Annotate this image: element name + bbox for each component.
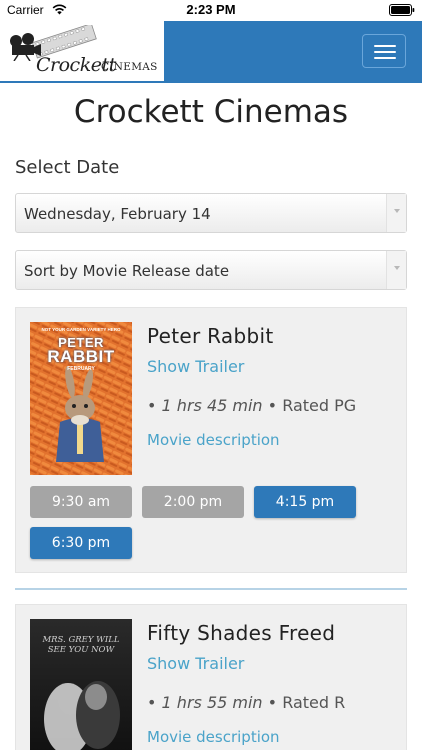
battery-icon: [389, 4, 415, 16]
clock-label: 2:23 PM: [186, 2, 236, 17]
runtime: 1 hrs 45 min: [161, 396, 263, 415]
hamburger-icon-line-3: [374, 57, 396, 59]
movie-poster[interactable]: NOT YOUR GARDEN VARIETY HERO PETER RABBI…: [30, 322, 132, 475]
hamburger-icon-line-2: [374, 51, 396, 53]
logo-cinemas-text: CINEMAS: [101, 61, 158, 73]
movie-poster[interactable]: MRS. GREY WILL SEE YOU NOW: [30, 619, 132, 750]
showtime-button[interactable]: 9:30 am: [30, 486, 132, 518]
showtime-button[interactable]: 4:15 pm: [254, 486, 356, 518]
poster-tagline: NOT YOUR GARDEN VARIETY HERO: [41, 327, 121, 332]
movie-meta: • 1 hrs 45 min • Rated PG: [147, 396, 356, 415]
brand-logo[interactable]: Crockett CINEMAS: [0, 21, 164, 83]
meta-bullet: •: [267, 396, 283, 415]
poster-tagline-line-1: MRS. GREY WILL: [42, 635, 120, 645]
date-select-value: Wednesday, February 14: [24, 205, 211, 223]
movie-card: NOT YOUR GARDEN VARIETY HERO PETER RABBI…: [15, 307, 407, 573]
movie-card: MRS. GREY WILL SEE YOU NOW Fifty Shades …: [15, 604, 407, 750]
chevron-down-icon[interactable]: [386, 194, 406, 232]
site-header: Crockett CINEMAS: [0, 21, 422, 83]
menu-button[interactable]: [362, 34, 406, 68]
chevron-down-icon[interactable]: [386, 251, 406, 289]
nav-bar: [164, 21, 422, 83]
show-trailer-link[interactable]: Show Trailer: [147, 357, 244, 376]
movie-description-link[interactable]: Movie description: [147, 728, 280, 746]
movie-title: Peter Rabbit: [147, 324, 274, 348]
runtime: 1 hrs 55 min: [161, 693, 263, 712]
status-bar: Carrier 2:23 PM: [0, 0, 422, 21]
poster-date: FEBRUARY: [67, 366, 95, 372]
meta-bullet: •: [147, 396, 162, 415]
poster-tagline-line-2: SEE YOU NOW: [47, 645, 115, 655]
movie-description-link[interactable]: Movie description: [147, 431, 280, 449]
hamburger-icon-line-1: [374, 45, 396, 47]
date-select[interactable]: Wednesday, February 14: [15, 193, 407, 233]
poster-title-line-2: RABBIT: [47, 347, 115, 366]
movie-meta: • 1 hrs 55 min • Rated R: [147, 693, 345, 712]
sort-select[interactable]: Sort by Movie Release date: [15, 250, 407, 290]
showtime-button[interactable]: 6:30 pm: [30, 527, 132, 559]
rating: Rated R: [282, 693, 346, 712]
sort-select-value: Sort by Movie Release date: [24, 262, 230, 280]
show-trailer-link[interactable]: Show Trailer: [147, 654, 244, 673]
meta-bullet: •: [267, 693, 283, 712]
select-date-label: Select Date: [15, 157, 120, 178]
divider: [15, 588, 407, 590]
page-title: Crockett Cinemas: [73, 94, 349, 130]
meta-bullet: •: [147, 693, 162, 712]
movie-title: Fifty Shades Freed: [147, 621, 336, 645]
showtime-button[interactable]: 2:00 pm: [142, 486, 244, 518]
rating: Rated PG: [282, 396, 357, 415]
